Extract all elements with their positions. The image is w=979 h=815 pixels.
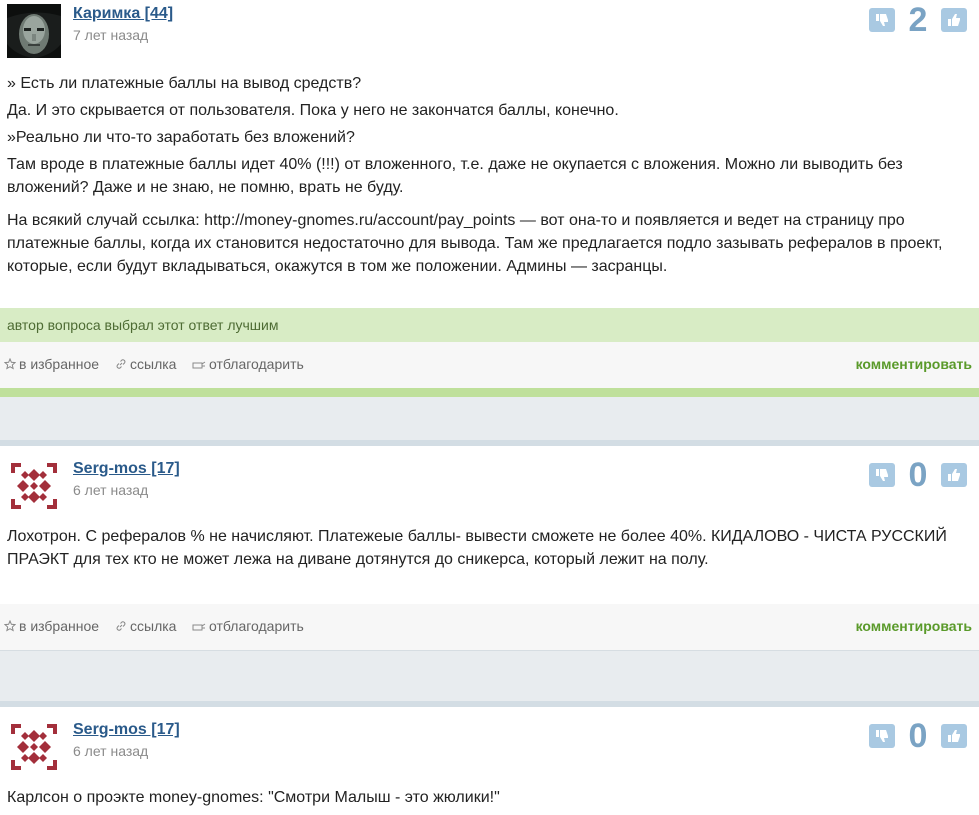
star-icon [4, 358, 16, 370]
answer-paragraph: Лохотрон. С рефералов % не начисляют. Пл… [7, 528, 947, 568]
answer-header: Serg-mos [17] 6 лет назад 0 [0, 716, 979, 780]
vote-down-button[interactable] [869, 463, 895, 487]
vote-up-button[interactable] [941, 724, 967, 748]
vote-panel: 2 [869, 2, 967, 38]
vote-score: 0 [908, 717, 928, 755]
thank-label: отблагодарить [209, 618, 304, 634]
thumbs-up-icon [948, 469, 960, 481]
vote-down-button[interactable] [869, 724, 895, 748]
vote-up-button[interactable] [941, 8, 967, 32]
thank-button[interactable]: отблагодарить [192, 618, 304, 634]
answer-paragraph: »Реально ли что-то заработать без вложен… [7, 129, 355, 146]
answer-paragraph: Там вроде в платежные баллы идет 40% (!!… [7, 156, 903, 196]
vote-score: 0 [908, 456, 928, 494]
avatar[interactable] [7, 459, 61, 513]
answer-text: Карлсон о проэкте money-gnomes: "Смотри … [0, 780, 979, 809]
answer-paragraph: На всякий случай ссылка: http://money-gn… [7, 212, 943, 275]
best-answer-divider [0, 388, 979, 397]
answer-actions: в избранное ссылка отблагодарить коммент… [0, 342, 979, 388]
answer-2: Serg-mos [17] 6 лет назад 0 Лохотрон. С … [0, 446, 979, 650]
avatar[interactable] [7, 4, 61, 58]
answer-paragraph: » Есть ли платежные баллы на вывод средс… [7, 75, 362, 92]
link-button[interactable]: ссылка [115, 618, 176, 634]
username-link[interactable]: Serg-mos [17] [73, 460, 180, 478]
favorite-button[interactable]: в избранное [4, 356, 99, 372]
avatar[interactable] [7, 720, 61, 774]
thumbs-up-icon [948, 14, 960, 26]
answer-paragraph: Да. И это скрывается от пользователя. По… [7, 102, 619, 119]
favorite-label: в избранное [19, 618, 100, 634]
thumbs-down-icon [876, 730, 888, 742]
chain-link-icon [116, 359, 126, 369]
answers-separator [0, 650, 979, 707]
link-button[interactable]: ссылка [115, 356, 176, 372]
favorite-label: в избранное [19, 356, 100, 372]
answer-header: Каримка [44] 7 лет назад 2 [0, 0, 979, 64]
chain-link-icon [116, 621, 126, 631]
thumbs-up-icon [948, 730, 960, 742]
vote-panel: 0 [869, 718, 967, 754]
answer-time: 6 лет назад [73, 743, 149, 759]
link-label: ссылка [130, 618, 177, 634]
username-link[interactable]: Каримка [44] [73, 5, 173, 23]
answer-text: » Есть ли платежные баллы на вывод средс… [0, 64, 979, 308]
answer-text: Лохотрон. С рефералов % не начисляют. Пл… [0, 519, 979, 604]
answer-header: Serg-mos [17] 6 лет назад 0 [0, 455, 979, 519]
link-label: ссылка [130, 356, 177, 372]
best-answer-badge: автор вопроса выбрал этот ответ лучшим [0, 308, 979, 342]
answer-time: 6 лет назад [73, 482, 149, 498]
vote-score: 2 [908, 1, 928, 39]
answer-time: 7 лет назад [73, 27, 149, 43]
answer-3: Serg-mos [17] 6 лет назад 0 Карлсон о пр… [0, 707, 979, 815]
username-link[interactable]: Serg-mos [17] [73, 721, 180, 739]
comment-button[interactable]: комментировать [856, 356, 972, 372]
answer-actions: в избранное ссылка отблагодарить коммент… [0, 604, 979, 650]
gift-icon [192, 361, 206, 369]
vote-down-button[interactable] [869, 8, 895, 32]
answer-1: Каримка [44] 7 лет назад 2 » Есть ли пла… [0, 0, 979, 397]
thank-label: отблагодарить [209, 356, 304, 372]
thumbs-down-icon [876, 14, 888, 26]
gift-icon [192, 623, 206, 631]
comment-button[interactable]: комментировать [856, 618, 972, 634]
vote-up-button[interactable] [941, 463, 967, 487]
star-icon [4, 620, 16, 632]
thumbs-down-icon [876, 469, 888, 481]
vote-panel: 0 [869, 457, 967, 493]
answers-separator [0, 396, 979, 446]
answer-paragraph: Карлсон о проэкте money-gnomes: "Смотри … [7, 789, 500, 806]
thank-button[interactable]: отблагодарить [192, 356, 304, 372]
favorite-button[interactable]: в избранное [4, 618, 99, 634]
